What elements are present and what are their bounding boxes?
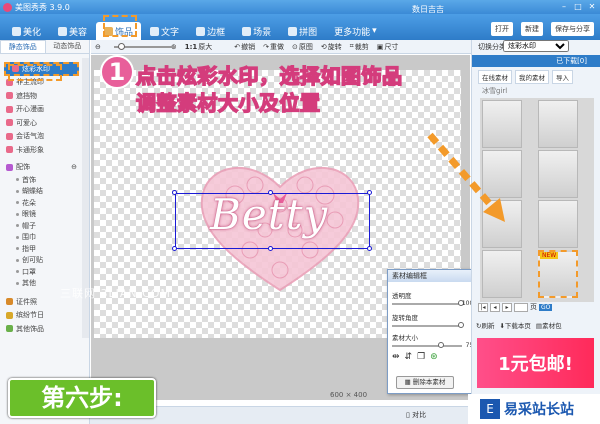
logo-text: 易采站长站 — [504, 402, 574, 418]
logo-icon: E — [480, 399, 500, 419]
site-logo: E 易采站长站 — [468, 394, 600, 424]
step-label: 第六步: — [8, 378, 156, 418]
annotation-arrow — [427, 132, 505, 222]
